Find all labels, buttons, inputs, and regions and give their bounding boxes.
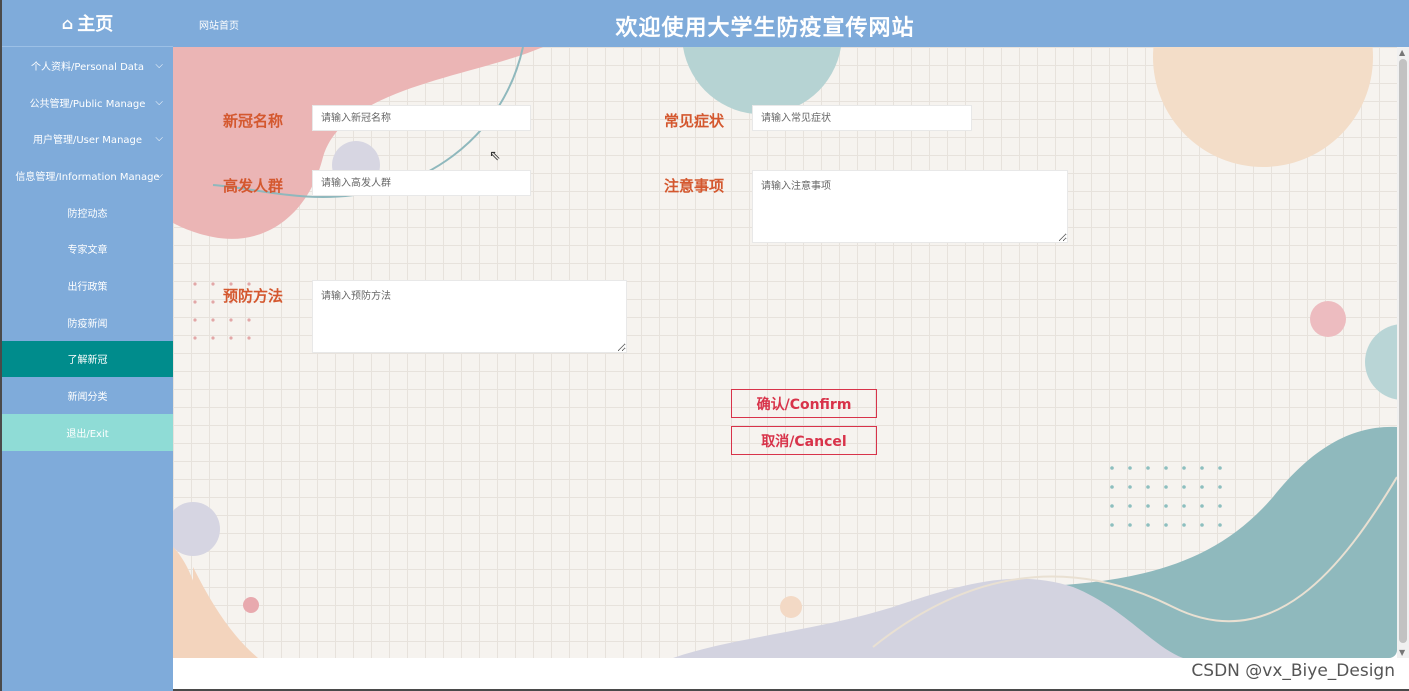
sidebar-item-travel-policy[interactable]: 出行政策	[2, 267, 173, 304]
top-bar: 网站首页 欢迎使用大学生防疫宣传网站	[173, 0, 1409, 47]
main-content: 新冠名称 常见症状 高发人群 注意事项 预防方法 确认/Confirm 取消/C…	[173, 47, 1397, 658]
scroll-up-icon[interactable]: ▲	[1399, 48, 1405, 57]
cancel-button[interactable]: 取消/Cancel	[731, 426, 877, 455]
home-label: 主页	[77, 14, 114, 35]
sidebar-item-user-manage[interactable]: 用户管理/User Manage ⌵	[2, 120, 173, 157]
name-label: 新冠名称	[223, 112, 284, 130]
sidebar-menu: 个人资料/Personal Data ⌵ 公共管理/Public Manage ⌵ …	[2, 47, 173, 451]
sidebar-item-information-manage[interactable]: 信息管理/Information Manage ⌵	[2, 157, 173, 194]
confirm-button[interactable]: 确认/Confirm	[731, 389, 877, 418]
symptom-input[interactable]	[752, 105, 972, 131]
site-title: 欢迎使用大学生防疫宣传网站	[615, 16, 915, 41]
sidebar-item-public-manage[interactable]: 公共管理/Public Manage ⌵	[2, 84, 173, 121]
scroll-down-icon[interactable]: ▼	[1399, 648, 1405, 657]
home-icon: ⌂	[61, 13, 74, 33]
mouse-cursor-icon: ⇖	[489, 148, 501, 164]
prevent-textarea[interactable]	[312, 280, 627, 353]
notes-label: 注意事项	[664, 177, 725, 195]
sidebar-item-exit[interactable]: 退出/Exit	[2, 413, 173, 451]
group-label: 高发人群	[223, 177, 284, 195]
sidebar-item-covid-info[interactable]: 了解新冠	[2, 340, 173, 378]
chevron-down-icon: ⌵	[155, 59, 163, 71]
symptom-label: 常见症状	[664, 112, 725, 130]
sidebar-item-expert-articles[interactable]: 专家文章	[2, 230, 173, 267]
watermark: CSDN @vx_Biye_Design	[1191, 661, 1395, 681]
vertical-scrollbar[interactable]: ▲ ▼	[1397, 47, 1409, 658]
scrollbar-thumb[interactable]	[1399, 59, 1407, 643]
sidebar-item-personal-data[interactable]: 个人资料/Personal Data ⌵	[2, 47, 173, 84]
sidebar: ⌂ 主页 个人资料/Personal Data ⌵ 公共管理/Public Man…	[0, 0, 173, 691]
notes-textarea[interactable]	[752, 170, 1068, 243]
group-input[interactable]	[312, 170, 531, 196]
home-link[interactable]: ⌂ 主页	[2, 0, 173, 47]
sidebar-item-epidemic-news[interactable]: 防疫新闻	[2, 304, 173, 341]
chevron-down-icon: ⌵	[155, 96, 163, 108]
chevron-down-icon: ⌵	[155, 169, 163, 181]
prevent-label: 预防方法	[223, 287, 284, 305]
chevron-down-icon: ⌵	[155, 133, 163, 145]
name-input[interactable]	[312, 105, 531, 131]
sidebar-item-prevention-news-dynamic[interactable]: 防控动态	[2, 194, 173, 231]
sidebar-item-news-category[interactable]: 新闻分类	[2, 377, 173, 414]
